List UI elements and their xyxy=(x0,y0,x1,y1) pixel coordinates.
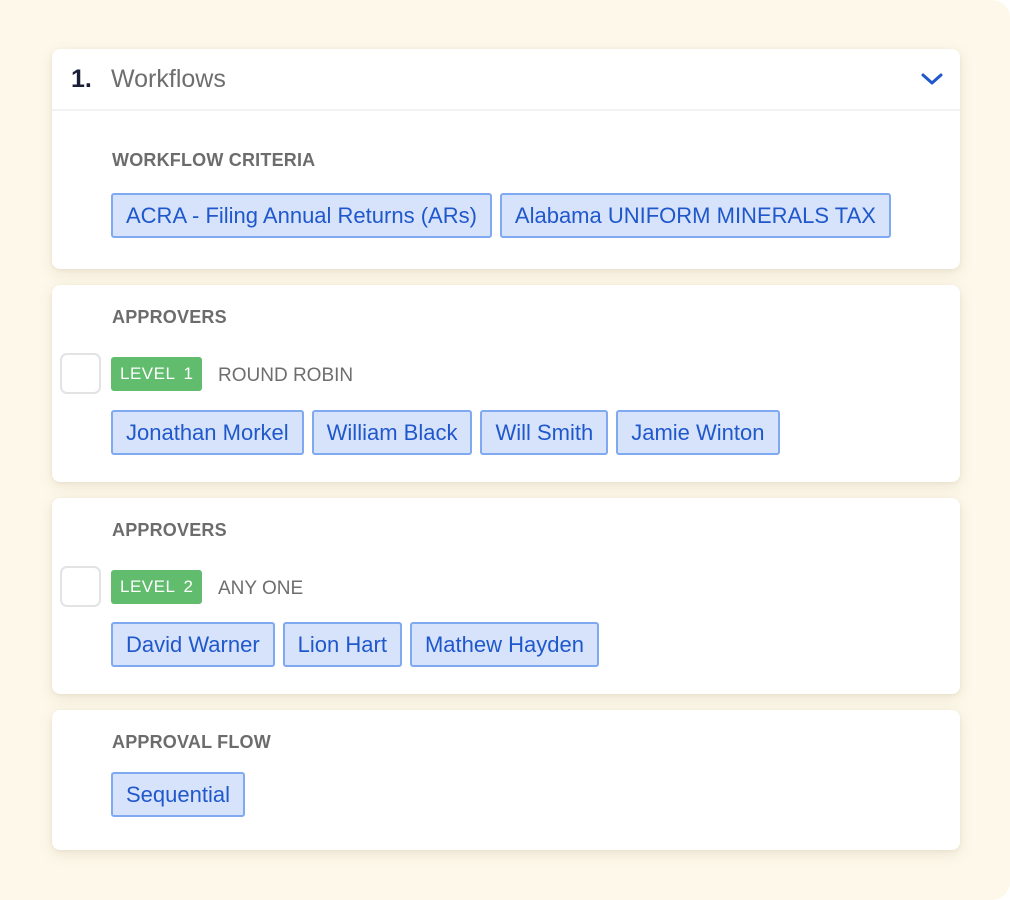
approver-chips: Jonathan Morkel William Black Will Smith… xyxy=(111,410,780,455)
approvers-level-1-card: APPROVERS LEVEL 1 ROUND ROBIN Jonathan M… xyxy=(52,285,960,482)
accordion-header[interactable]: 1. Workflows xyxy=(52,49,960,111)
level-badge: LEVEL 2 xyxy=(111,570,203,604)
level-badge: LEVEL 1 xyxy=(111,357,203,391)
step-number: 1. xyxy=(71,65,92,93)
level-2-checkbox[interactable] xyxy=(60,566,101,607)
approver-chip[interactable]: Jamie Winton xyxy=(616,410,780,455)
workflow-criteria-chips: ACRA - Filing Annual Returns (ARs) Alaba… xyxy=(111,193,891,238)
approvers-label: APPROVERS xyxy=(112,520,227,540)
approval-flow-label: APPROVAL FLOW xyxy=(112,732,271,752)
workflow-criteria-card: 1. Workflows WORKFLOW CRITERIA ACRA - Fi… xyxy=(52,49,960,269)
criteria-chip[interactable]: ACRA - Filing Annual Returns (ARs) xyxy=(111,193,492,238)
page-title: Workflows xyxy=(111,65,226,93)
approver-chips: David Warner Lion Hart Mathew Hayden xyxy=(111,622,599,667)
workflow-criteria-label: WORKFLOW CRITERIA xyxy=(112,150,316,170)
approval-flow-chip[interactable]: Sequential xyxy=(111,772,245,817)
approval-flow-chips: Sequential xyxy=(111,772,245,817)
level-number: 2 xyxy=(183,577,194,596)
approval-flow-card: APPROVAL FLOW Sequential xyxy=(52,710,960,850)
approval-mode: ANY ONE xyxy=(218,578,304,599)
level-1-checkbox[interactable] xyxy=(60,353,101,394)
approvers-level-2-card: APPROVERS LEVEL 2 ANY ONE David Warner L… xyxy=(52,498,960,694)
approver-chip[interactable]: Mathew Hayden xyxy=(409,622,599,667)
level-word: LEVEL xyxy=(120,577,176,596)
level-number: 1 xyxy=(183,364,194,383)
approval-mode: ROUND ROBIN xyxy=(218,365,354,386)
approver-chip[interactable]: Will Smith xyxy=(480,410,609,455)
approvers-label: APPROVERS xyxy=(112,307,227,327)
criteria-chip[interactable]: Alabama UNIFORM MINERALS TAX xyxy=(499,193,891,238)
chevron-down-icon[interactable] xyxy=(920,69,944,89)
approver-chip[interactable]: Lion Hart xyxy=(282,622,402,667)
level-word: LEVEL xyxy=(120,364,176,383)
approver-chip[interactable]: David Warner xyxy=(111,622,275,667)
approver-chip[interactable]: Jonathan Morkel xyxy=(111,410,304,455)
approver-chip[interactable]: William Black xyxy=(311,410,473,455)
workflow-panel: 1. Workflows WORKFLOW CRITERIA ACRA - Fi… xyxy=(0,0,1010,900)
